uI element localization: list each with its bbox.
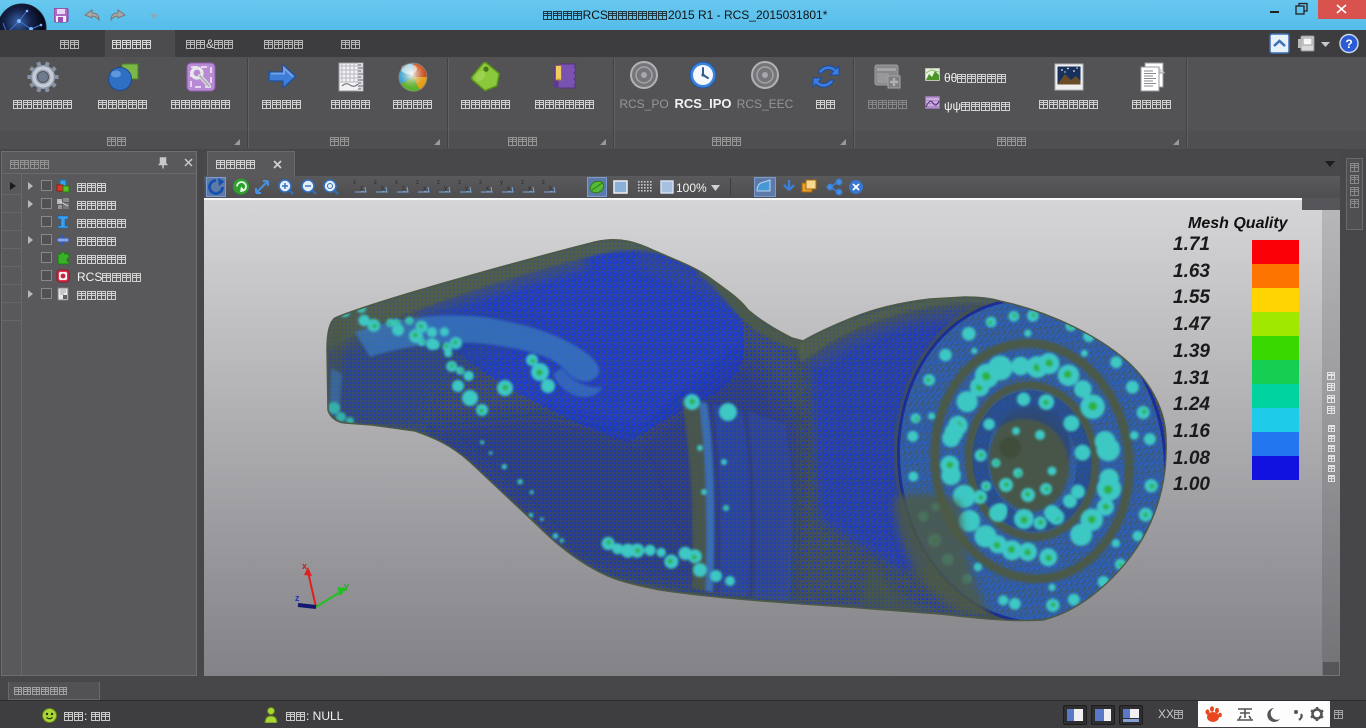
svg-text:z: z <box>295 593 300 603</box>
svg-text:x: x <box>302 561 307 571</box>
svg-text:z: z <box>479 180 482 186</box>
svg-text:y: y <box>344 581 349 591</box>
svg-text:y: y <box>500 180 503 186</box>
svg-text:z: z <box>542 180 545 186</box>
svg-text:?: ? <box>1345 37 1352 51</box>
svg-text:x: x <box>353 180 356 186</box>
svg-text:z: z <box>374 180 377 186</box>
svg-text:z: z <box>437 180 440 186</box>
svg-text:z: z <box>458 180 461 186</box>
svg-text:z: z <box>521 180 524 186</box>
svg-text:x: x <box>395 180 398 186</box>
svg-text:z: z <box>416 180 419 186</box>
